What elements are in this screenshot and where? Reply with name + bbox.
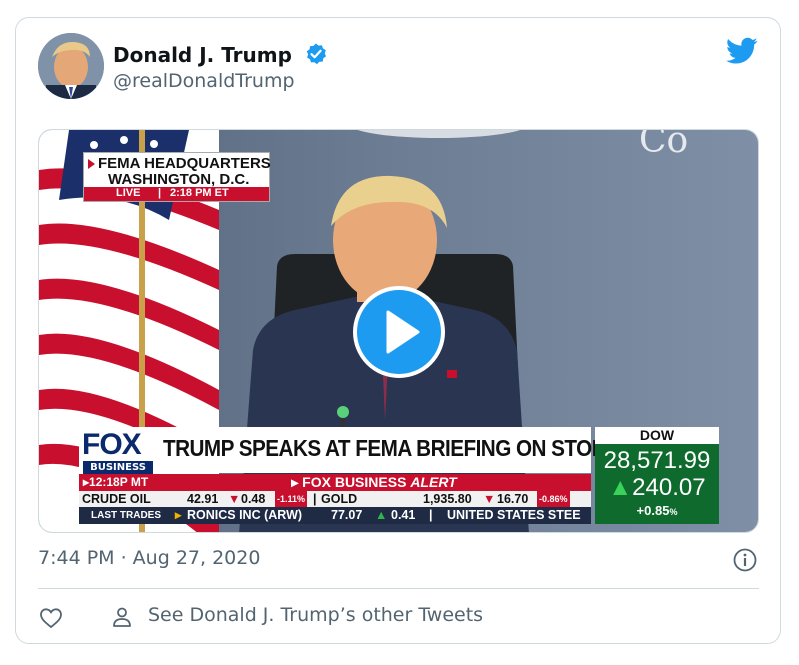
live-divider: | [158, 187, 162, 199]
ticker-item-name: UNITED STATES STEE [447, 508, 581, 522]
person-icon [113, 607, 131, 627]
ticker-item-divider: | [429, 508, 433, 522]
dow-box: DOW 28,571.99 ▲240.07 +0.85% [595, 427, 719, 524]
dow-change-value: 240.07 [632, 474, 706, 501]
location-line2: WASHINGTON, D.C. [108, 171, 250, 188]
play-icon [386, 310, 420, 354]
divider [38, 588, 759, 589]
tweet-card[interactable]: Donald J. Trump @realDonaldTrump Co FEMA… [15, 17, 781, 644]
play-button[interactable] [353, 286, 445, 378]
video-player[interactable]: Co FEMA HEADQUARTERS WASHINGTON, D.C. LI… [38, 129, 759, 533]
chyron-arrow [88, 159, 95, 169]
ticker-item-change: 0.41 [391, 508, 416, 522]
up-arrow-icon: ▲ [375, 508, 388, 522]
down-arrow-icon: ▼ [228, 492, 241, 506]
headline-box: TRUMP SPEAKS AT FEMA BRIEFING ON STORM L… [157, 427, 698, 473]
dow-pct: +0.85% [595, 503, 719, 518]
ticker-item-divider: | [313, 492, 317, 506]
see-other-tweets-link[interactable]: See Donald J. Trump’s other Tweets [148, 604, 483, 626]
location-line1: FEMA HEADQUARTERS [98, 155, 271, 172]
ticker-item-change: 16.70 [497, 492, 529, 506]
clock-text: 12:18P MT [89, 475, 149, 489]
heart-icon[interactable] [39, 606, 63, 630]
live-label: LIVE [116, 187, 141, 199]
ticker-item-change: 0.48 [241, 492, 266, 506]
up-arrow-icon: ▲ [608, 474, 633, 501]
alert-bar: ▸ FOX BUSINESS ALERT [157, 474, 591, 491]
avatar[interactable] [38, 33, 104, 99]
twitter-bird-icon[interactable] [726, 37, 758, 65]
ticker-item-price: 77.07 [331, 508, 363, 522]
live-bar: LIVE | 2:18 PM ET [84, 187, 269, 201]
ticker-item-name: GOLD [321, 492, 358, 506]
verified-badge-icon [306, 43, 326, 65]
info-icon[interactable] [733, 548, 757, 572]
network-logo-sub: BUSINESS [83, 461, 153, 474]
display-name[interactable]: Donald J. Trump [113, 43, 292, 67]
alert-brand: FOX BUSINESS [302, 474, 407, 490]
tweet-timestamp[interactable]: 7:44 PM · Aug 27, 2020 [38, 547, 260, 569]
ticker-row2: LAST TRADES ▸ RONICS INC (ARW) 77.07 ▲ 0… [79, 507, 591, 524]
live-time: 2:18 PM ET [170, 187, 229, 199]
clock-tag: ▸12:18P MT [79, 474, 157, 491]
svg-text:Co: Co [639, 130, 688, 161]
network-logo-word: FOX [82, 428, 142, 461]
ticker-row1: CRUDE OIL 42.91 ▼ 0.48 -1.11% | GOLD 1,9… [79, 491, 591, 507]
ticker-item-pct: -0.86% [537, 491, 570, 507]
dow-value: 28,571.99 [603, 447, 711, 474]
ticker-item-name: RONICS INC (ARW) [187, 508, 303, 522]
ticker-label: LAST TRADES [91, 510, 161, 521]
handle[interactable]: @realDonaldTrump [113, 70, 295, 92]
ticker-item-pct: -1.11% [275, 491, 308, 507]
dow-label: DOW [595, 427, 719, 444]
dow-pct-sign: % [669, 507, 678, 517]
ticker-play-icon: ▸ [175, 508, 182, 522]
alert-word: ALERT [410, 474, 457, 490]
location-chyron: FEMA HEADQUARTERS WASHINGTON, D.C. LIVE … [83, 152, 271, 202]
dow-change: ▲240.07 [595, 474, 719, 502]
dow-pct-value: +0.85 [636, 503, 670, 518]
ticker-item-price: 1,935.80 [423, 492, 472, 506]
ticker-item-name: CRUDE OIL [82, 492, 151, 506]
down-arrow-icon: ▼ [483, 492, 496, 506]
ticker-item-price: 42.91 [187, 492, 219, 506]
